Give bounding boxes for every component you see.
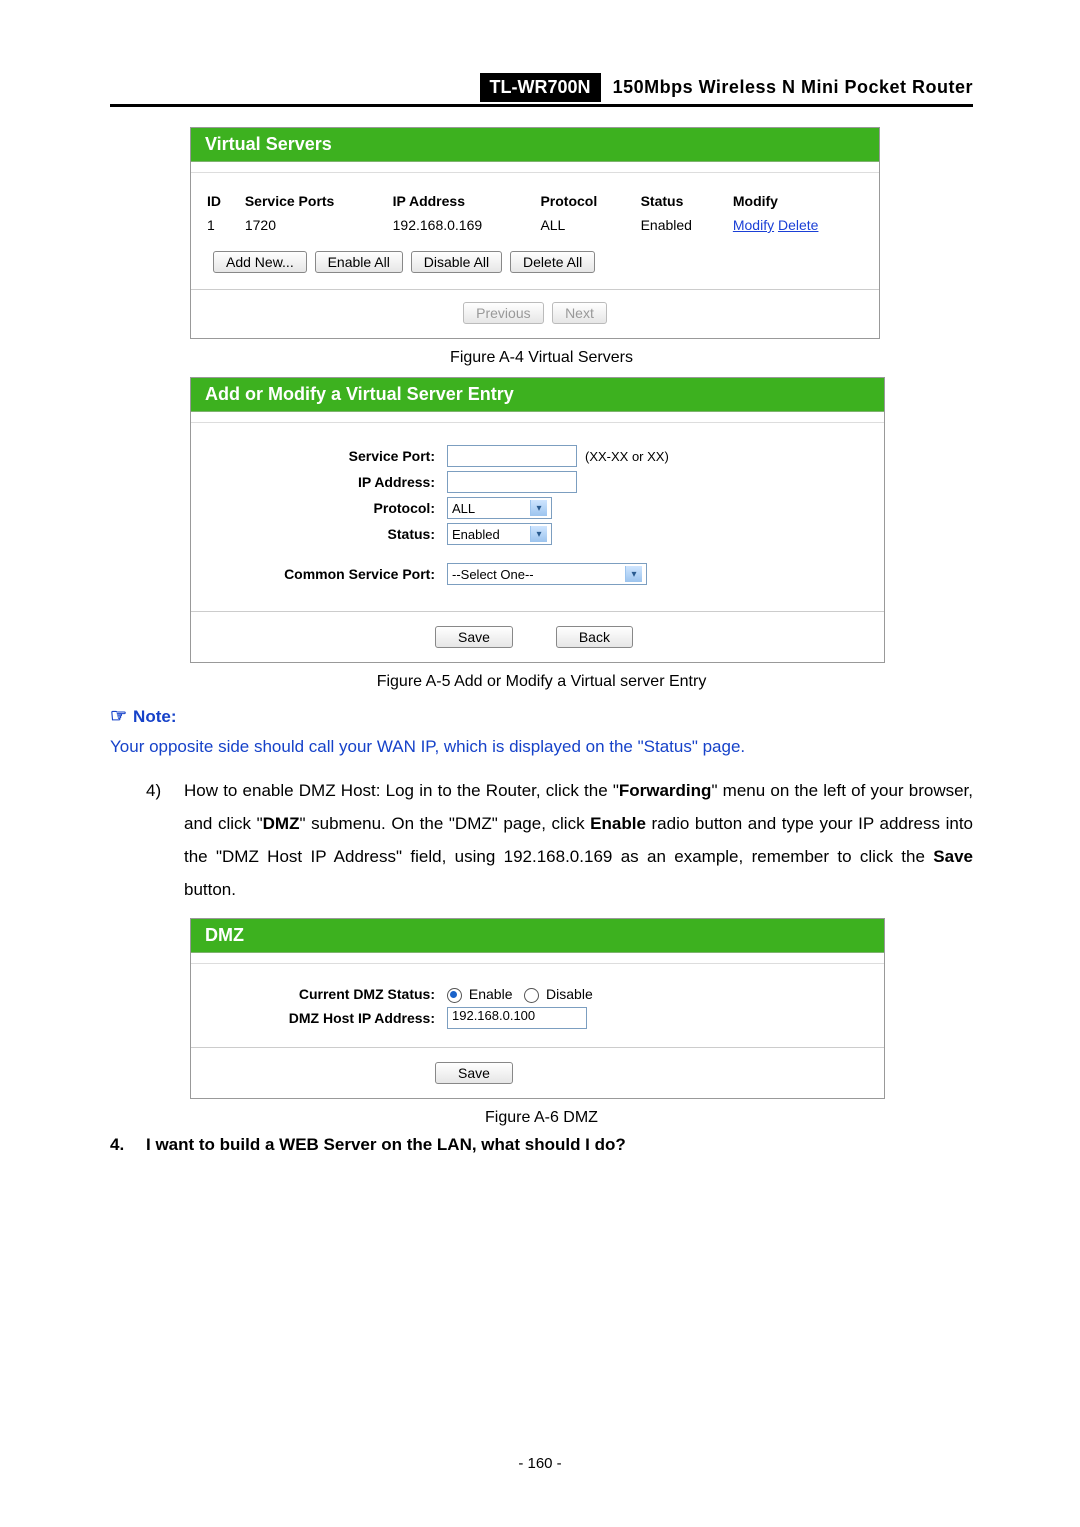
figure-a5-caption: Figure A-5 Add or Modify a Virtual serve…	[110, 673, 973, 691]
status-value: Enabled	[452, 527, 500, 542]
label-status: Status:	[205, 526, 447, 542]
protocol-select[interactable]: ALL ▾	[447, 497, 552, 519]
delete-all-button[interactable]: Delete All	[510, 251, 595, 273]
page-number: - 160 -	[0, 1455, 1080, 1472]
question-4: 4. I want to build a WEB Server on the L…	[110, 1135, 973, 1155]
model-number: TL-WR700N	[480, 73, 601, 102]
delete-link[interactable]: Delete	[778, 217, 818, 233]
service-port-input[interactable]	[447, 445, 577, 467]
common-port-select[interactable]: --Select One-- ▾	[447, 563, 647, 585]
chevron-down-icon: ▾	[625, 566, 642, 582]
cell-ip: 192.168.0.169	[387, 213, 535, 237]
chevron-down-icon: ▾	[530, 500, 547, 516]
add-modify-panel: Add or Modify a Virtual Server Entry Ser…	[190, 377, 885, 663]
table-row: 1 1720 192.168.0.169 ALL Enabled Modify …	[201, 213, 869, 237]
label-protocol: Protocol:	[205, 500, 447, 516]
cell-id: 1	[201, 213, 239, 237]
label-common-port: Common Service Port:	[205, 566, 447, 582]
note-label: Note:	[133, 707, 176, 727]
common-port-value: --Select One--	[452, 567, 534, 582]
panel-title: DMZ	[191, 919, 884, 953]
label-dmz-ip: DMZ Host IP Address:	[205, 1010, 447, 1026]
cell-port: 1720	[239, 213, 387, 237]
pointing-hand-icon: ☞	[110, 705, 127, 728]
disable-all-button[interactable]: Disable All	[411, 251, 502, 273]
col-ip: IP Address	[387, 189, 535, 213]
ip-address-input[interactable]	[447, 471, 577, 493]
virtual-servers-panel: Virtual Servers ID Service Ports IP Addr…	[190, 127, 880, 339]
modify-link[interactable]: Modify	[733, 217, 774, 233]
label-service-port: Service Port:	[205, 448, 447, 464]
list-number: 4)	[146, 774, 184, 907]
figure-a4-caption: Figure A-4 Virtual Servers	[110, 349, 973, 367]
enable-radio-label: Enable	[469, 986, 513, 1002]
service-port-hint: (XX-XX or XX)	[585, 449, 669, 464]
document-header: TL-WR700N 150Mbps Wireless N Mini Pocket…	[110, 73, 973, 107]
step-4-paragraph: 4) How to enable DMZ Host: Log in to the…	[110, 774, 973, 907]
q4-number: 4.	[110, 1135, 146, 1155]
chevron-down-icon: ▾	[530, 526, 547, 542]
dmz-panel: DMZ Current DMZ Status: Enable Disable D…	[190, 918, 885, 1099]
col-ports: Service Ports	[239, 189, 387, 213]
col-protocol: Protocol	[534, 189, 634, 213]
note-text: Your opposite side should call your WAN …	[110, 734, 973, 760]
virtual-servers-table: ID Service Ports IP Address Protocol Sta…	[201, 189, 869, 237]
status-select[interactable]: Enabled ▾	[447, 523, 552, 545]
save-button[interactable]: Save	[435, 626, 513, 648]
disable-radio[interactable]	[524, 988, 539, 1003]
model-description: 150Mbps Wireless N Mini Pocket Router	[613, 77, 973, 98]
label-dmz-status: Current DMZ Status:	[205, 986, 447, 1002]
label-ip-address: IP Address:	[205, 474, 447, 490]
note-heading: ☞ Note:	[110, 705, 973, 728]
disable-radio-label: Disable	[546, 986, 593, 1002]
q4-text: I want to build a WEB Server on the LAN,…	[146, 1135, 973, 1155]
figure-a6-caption: Figure A-6 DMZ	[110, 1109, 973, 1127]
add-new-button[interactable]: Add New...	[213, 251, 307, 273]
dmz-ip-input[interactable]: 192.168.0.100	[447, 1007, 587, 1029]
protocol-value: ALL	[452, 501, 475, 516]
panel-title: Virtual Servers	[191, 128, 879, 162]
save-button[interactable]: Save	[435, 1062, 513, 1084]
previous-button[interactable]: Previous	[463, 302, 543, 324]
col-modify: Modify	[727, 189, 869, 213]
enable-radio[interactable]	[447, 988, 462, 1003]
panel-title: Add or Modify a Virtual Server Entry	[191, 378, 884, 412]
cell-proto: ALL	[534, 213, 634, 237]
col-id: ID	[201, 189, 239, 213]
next-button[interactable]: Next	[552, 302, 607, 324]
enable-all-button[interactable]: Enable All	[315, 251, 403, 273]
back-button[interactable]: Back	[556, 626, 633, 648]
col-status: Status	[635, 189, 727, 213]
cell-status: Enabled	[635, 213, 727, 237]
